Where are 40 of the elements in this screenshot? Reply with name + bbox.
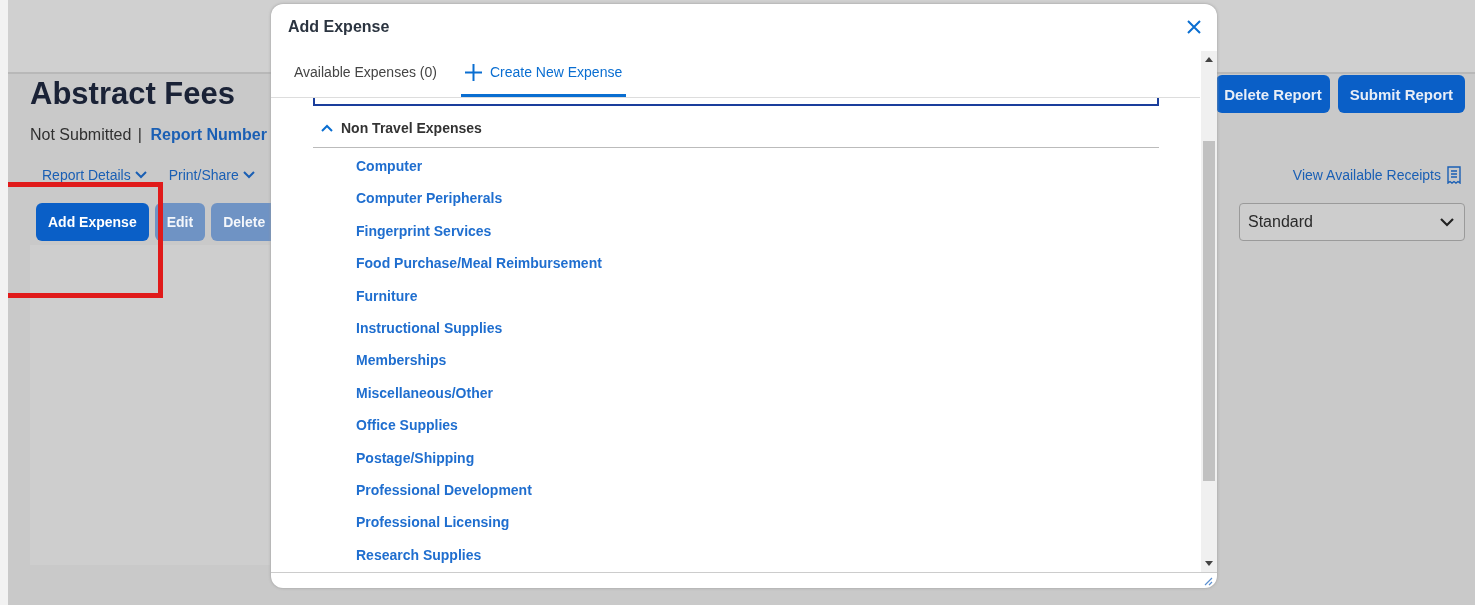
input-field[interactable] (313, 98, 1159, 106)
plus-icon (464, 63, 482, 81)
view-receipts-link[interactable]: View Available Receipts (1292, 166, 1461, 184)
expense-type-link[interactable]: Professional Licensing (356, 506, 510, 539)
report-status: Not Submitted (30, 126, 132, 143)
menu-dropdown[interactable]: Report Details (42, 167, 147, 183)
expense-type-link[interactable]: Memberships (356, 344, 447, 377)
expense-type-link[interactable]: Professional Development (356, 474, 532, 507)
chevron-up-icon (321, 124, 333, 132)
view-select[interactable]: Standard (1239, 203, 1465, 241)
menu-dropdown[interactable]: Print/Share (168, 167, 255, 183)
expense-action-button[interactable]: Add Expense (36, 203, 149, 241)
expense-type-link[interactable]: Instructional Supplies (356, 312, 503, 345)
expense-type-link[interactable]: Computer (356, 150, 423, 183)
chevron-down-icon (242, 171, 255, 179)
expense-type-link[interactable]: Food Purchase/Meal Reimbursement (356, 247, 602, 280)
expense-type-link[interactable]: Research Supplies (356, 538, 482, 572)
expense-type-link[interactable]: Fingerprint Services (356, 214, 492, 248)
dialog-tab[interactable]: Available Expenses (0) (290, 50, 441, 97)
dialog-tab[interactable]: Create New Expense (460, 50, 627, 97)
receipt-icon (1447, 166, 1461, 184)
chevron-down-icon (1440, 217, 1454, 227)
report-title: Abstract Fees (30, 76, 237, 112)
report-number-link[interactable]: Report Number (150, 126, 267, 143)
section-header[interactable]: Non Travel Expenses (313, 106, 1159, 148)
expense-type-link[interactable]: Furniture (356, 279, 418, 313)
chevron-down-icon (134, 171, 147, 179)
dialog-title: Add Expense (288, 18, 390, 36)
expense-type-link[interactable]: Postage/Shipping (356, 441, 475, 475)
scrollbar[interactable] (1201, 51, 1217, 572)
scroll-down-icon (1205, 561, 1213, 566)
expense-type-link[interactable]: Miscellaneous/Other (356, 376, 493, 410)
resize-grip-icon (1203, 575, 1213, 586)
scroll-up-icon (1205, 57, 1213, 62)
separator-text: | (137, 126, 142, 143)
close-icon[interactable] (1185, 18, 1203, 36)
expense-type-link[interactable]: Computer Peripherals (356, 182, 503, 215)
report-action-button[interactable]: Submit Report (1337, 75, 1465, 113)
expense-type-link[interactable]: Office Supplies (356, 409, 458, 442)
report-action-button[interactable]: Delete Report (1216, 75, 1330, 113)
